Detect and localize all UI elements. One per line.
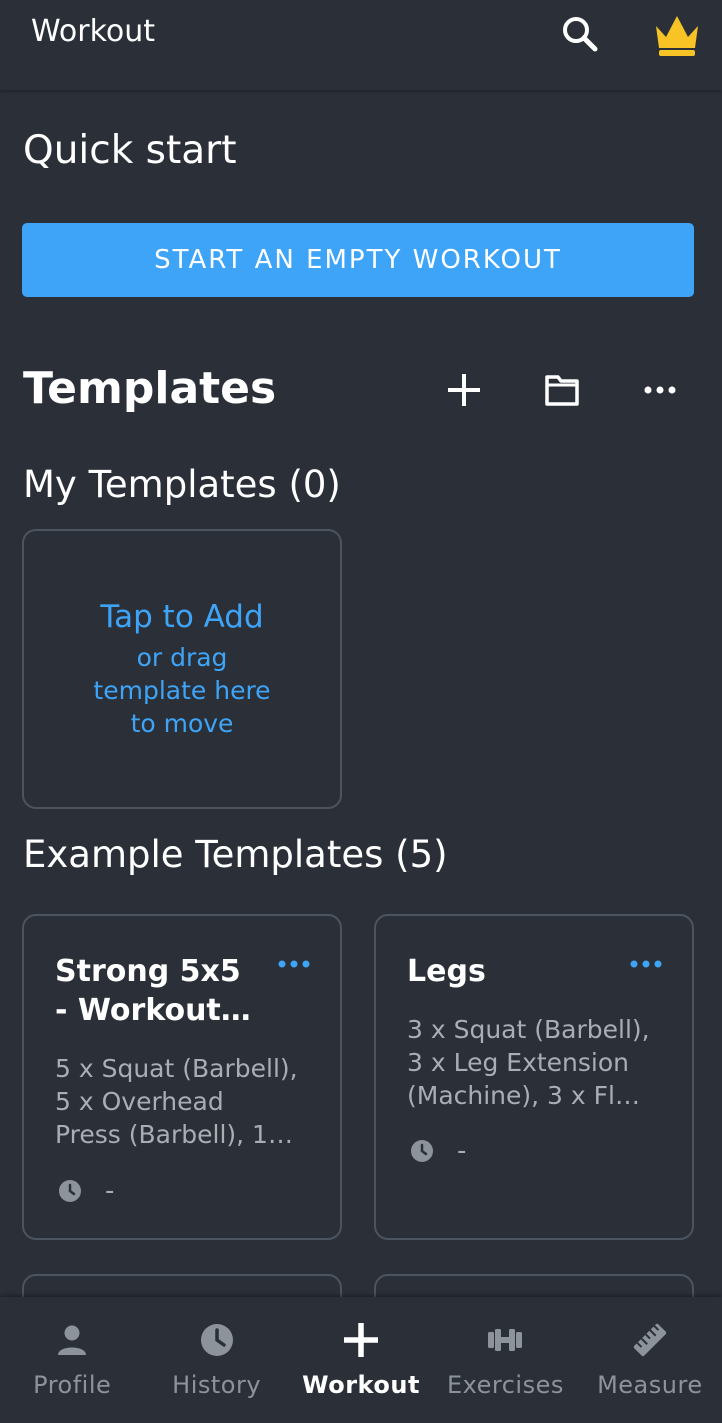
template-card-duration: -	[57, 1176, 114, 1206]
crown-icon	[656, 16, 698, 56]
nav-label: Profile	[33, 1371, 112, 1399]
add-card-line2: template here	[93, 675, 271, 705]
add-card-primary-text: Tap to Add	[100, 598, 264, 635]
quick-start-heading: Quick start	[23, 128, 237, 173]
app-title: Workout	[31, 14, 156, 49]
template-card-title: Strong 5x5 - Workout…	[55, 954, 251, 1028]
nav-tab-profile[interactable]: Profile	[0, 1297, 144, 1423]
nav-label: Workout	[302, 1371, 420, 1399]
template-card-more-button[interactable]	[626, 954, 666, 974]
nav-tab-workout[interactable]: Workout	[289, 1297, 433, 1423]
nav-tab-measure[interactable]: Measure	[578, 1297, 722, 1423]
start-empty-workout-button[interactable]: START AN EMPTY WORKOUT	[22, 223, 694, 297]
template-card-exercises: 3 x Squat (Barbell), 3 x Leg Extension (…	[407, 1015, 650, 1110]
add-card-line3: to move	[130, 708, 234, 738]
template-card-strong-5x5[interactable]: Strong 5x5 - Workout… 5 x Squat (Barbell…	[22, 914, 342, 1240]
add-card-line1: or drag	[136, 642, 228, 672]
nav-tab-history[interactable]: History	[144, 1297, 288, 1423]
search-button[interactable]	[558, 12, 602, 56]
more-horizontal-icon	[278, 960, 310, 968]
search-icon	[563, 17, 598, 52]
example-templates-heading: Example Templates (5)	[23, 833, 448, 876]
clock-icon	[200, 1324, 233, 1356]
nav-label: Exercises	[446, 1371, 564, 1399]
add-folder-button[interactable]	[540, 368, 584, 412]
template-card-exercises: 5 x Squat (Barbell), 5 x Overhead Press …	[55, 1054, 298, 1149]
nav-label: Measure	[597, 1371, 703, 1399]
more-horizontal-icon	[630, 960, 662, 968]
plus-icon	[344, 1323, 379, 1357]
template-card-duration: -	[409, 1136, 466, 1166]
nav-label: History	[172, 1371, 262, 1399]
app-bar: Workout	[0, 0, 722, 90]
add-template-button[interactable]	[442, 368, 486, 412]
clock-icon	[59, 1180, 81, 1202]
template-card-more-button[interactable]	[274, 954, 314, 974]
templates-more-button[interactable]	[638, 368, 682, 412]
profile-icon	[58, 1325, 87, 1355]
add-template-card[interactable]: Tap to Add or drag template here to move	[22, 529, 342, 809]
dumbbell-icon	[488, 1329, 523, 1351]
clock-icon	[411, 1140, 433, 1162]
folder-icon	[545, 375, 579, 406]
more-horizontal-icon	[644, 386, 676, 394]
nav-tab-exercises[interactable]: Exercises	[433, 1297, 577, 1423]
ruler-icon	[633, 1323, 666, 1357]
my-templates-heading: My Templates (0)	[23, 463, 341, 506]
bottom-navigation: Profile History Workout Exercises Measur…	[0, 1297, 722, 1423]
premium-button[interactable]	[650, 8, 704, 62]
template-card-legs[interactable]: Legs 3 x Squat (Barbell), 3 x Leg Extens…	[374, 914, 694, 1240]
templates-heading: Templates	[23, 363, 277, 414]
plus-icon	[448, 374, 480, 406]
template-card-title: Legs	[407, 954, 486, 989]
